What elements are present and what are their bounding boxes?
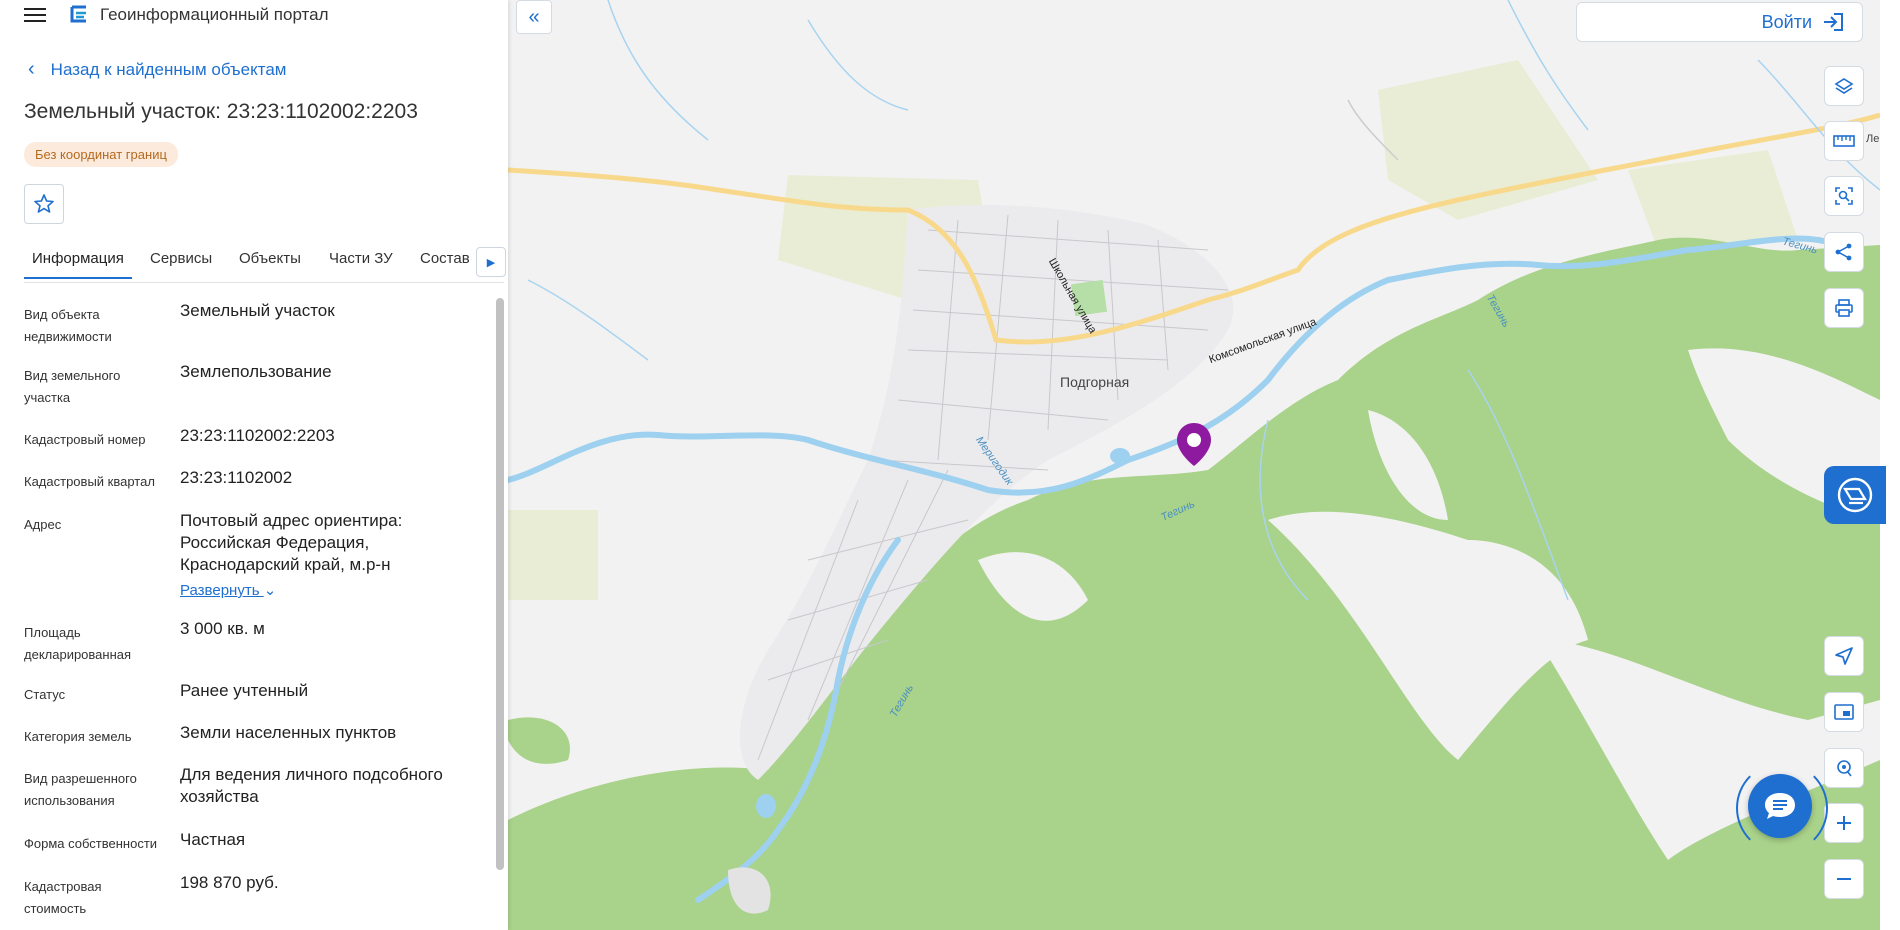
star-icon	[34, 194, 54, 213]
tab-composition[interactable]: Состав	[412, 246, 478, 277]
assistant-logo-icon	[1837, 477, 1873, 513]
property-value: Ранее учтенный	[180, 681, 309, 700]
property-label: Статус	[24, 687, 66, 702]
my-location-button[interactable]	[1824, 636, 1864, 676]
tabs-bar: Информация Сервисы Объекты Части ЗУ Сост…	[24, 246, 504, 283]
tab-services[interactable]: Сервисы	[142, 246, 220, 277]
property-label: Площадь декларированная	[24, 625, 132, 662]
expand-label: Развернуть	[180, 582, 260, 599]
property-label: Кадастровый номер	[24, 432, 146, 447]
back-link-label: Назад к найденным объектам	[50, 59, 287, 79]
property-value: 23:23:1102002	[180, 468, 293, 487]
layers-button[interactable]	[1824, 66, 1864, 106]
expand-address-link[interactable]: Развернуть ⌄	[180, 580, 480, 602]
property-label: Вид разрешенного использования	[24, 771, 137, 808]
share-icon	[1835, 243, 1852, 261]
favorite-button[interactable]	[24, 184, 64, 224]
address-text: Почтовый адрес ориентира: Российская Фед…	[180, 511, 403, 574]
portal-logo-icon	[70, 5, 86, 23]
property-value: Частная	[180, 830, 246, 849]
login-icon	[1824, 13, 1843, 31]
chat-button[interactable]	[1748, 774, 1812, 838]
collapse-panel-button[interactable]: «	[516, 0, 552, 34]
object-info-panel: Геоинформационный портал ‹ Назад к найде…	[0, 0, 508, 930]
property-label: Кадастровая стоимость	[24, 879, 102, 916]
app-title: Геоинформационный портал	[100, 5, 329, 24]
tabs-scroll-right-button[interactable]: ▶	[476, 247, 506, 277]
back-link[interactable]: ‹ Назад к найденным объектам	[28, 58, 286, 81]
property-value: 198 870 руб.	[180, 873, 279, 892]
measure-button[interactable]	[1824, 121, 1864, 161]
property-label: Адрес	[24, 517, 62, 532]
share-button[interactable]	[1824, 232, 1864, 272]
property-label: Кадастровый квартал	[24, 474, 155, 489]
login-button[interactable]: Войти	[1576, 2, 1863, 42]
settlement-label: Подгорная	[1060, 374, 1130, 390]
property-value: Земли населенных пунктов	[180, 723, 397, 742]
area-select-icon	[1835, 187, 1853, 205]
chevron-left-icon: ‹	[28, 58, 35, 80]
property-label: Вид земельного участка	[24, 368, 121, 405]
map-tiles	[508, 0, 1880, 930]
login-label: Войти	[1761, 11, 1812, 32]
geolocate-icon	[1837, 760, 1852, 777]
property-value: Для ведения личного подсобного хозяйства	[180, 765, 443, 806]
property-label: Категория земель	[24, 729, 132, 744]
chat-bubble-icon	[1765, 793, 1795, 819]
zoom-in-button[interactable]	[1824, 803, 1864, 843]
select-area-button[interactable]	[1824, 176, 1864, 216]
map-right-edge	[1880, 0, 1900, 930]
tab-information[interactable]: Информация	[24, 246, 132, 279]
property-value: 3 000 кв. м	[180, 619, 265, 638]
menu-icon[interactable]	[24, 5, 46, 23]
object-title: Земельный участок: 23:23:1102002:2203	[24, 100, 418, 123]
panel-scrollbar[interactable]	[496, 298, 504, 870]
edge-label: Ле	[1866, 133, 1880, 145]
navigation-arrow-icon	[1835, 647, 1853, 665]
map-canvas[interactable]	[508, 0, 1880, 930]
status-badge: Без координат границ	[24, 142, 178, 167]
chevron-down-icon: ⌄	[263, 582, 277, 599]
minimap-icon	[1834, 704, 1854, 720]
tab-objects[interactable]: Объекты	[231, 246, 309, 277]
geolocate-button[interactable]	[1824, 748, 1864, 788]
property-value: Землепользование	[180, 362, 332, 381]
minus-icon	[1837, 878, 1851, 880]
caret-right-icon: ▶	[486, 256, 496, 269]
plus-icon	[1837, 816, 1851, 830]
property-label: Вид объекта недвижимости	[24, 307, 112, 344]
assistant-button[interactable]	[1824, 466, 1886, 524]
property-value-address: Почтовый адрес ориентира: Российская Фед…	[180, 510, 480, 602]
layers-icon	[1834, 78, 1854, 94]
zoom-out-button[interactable]	[1824, 859, 1864, 899]
property-value: 23:23:1102002:2203	[180, 426, 335, 445]
double-chevron-left-icon: «	[528, 5, 540, 28]
minimap-button[interactable]	[1824, 692, 1864, 732]
property-value: Земельный участок	[180, 301, 335, 320]
print-button[interactable]	[1824, 288, 1864, 328]
property-label: Форма собственности	[24, 836, 158, 851]
ruler-icon	[1833, 135, 1855, 147]
tab-parts[interactable]: Части ЗУ	[321, 246, 401, 277]
print-icon	[1835, 299, 1853, 317]
